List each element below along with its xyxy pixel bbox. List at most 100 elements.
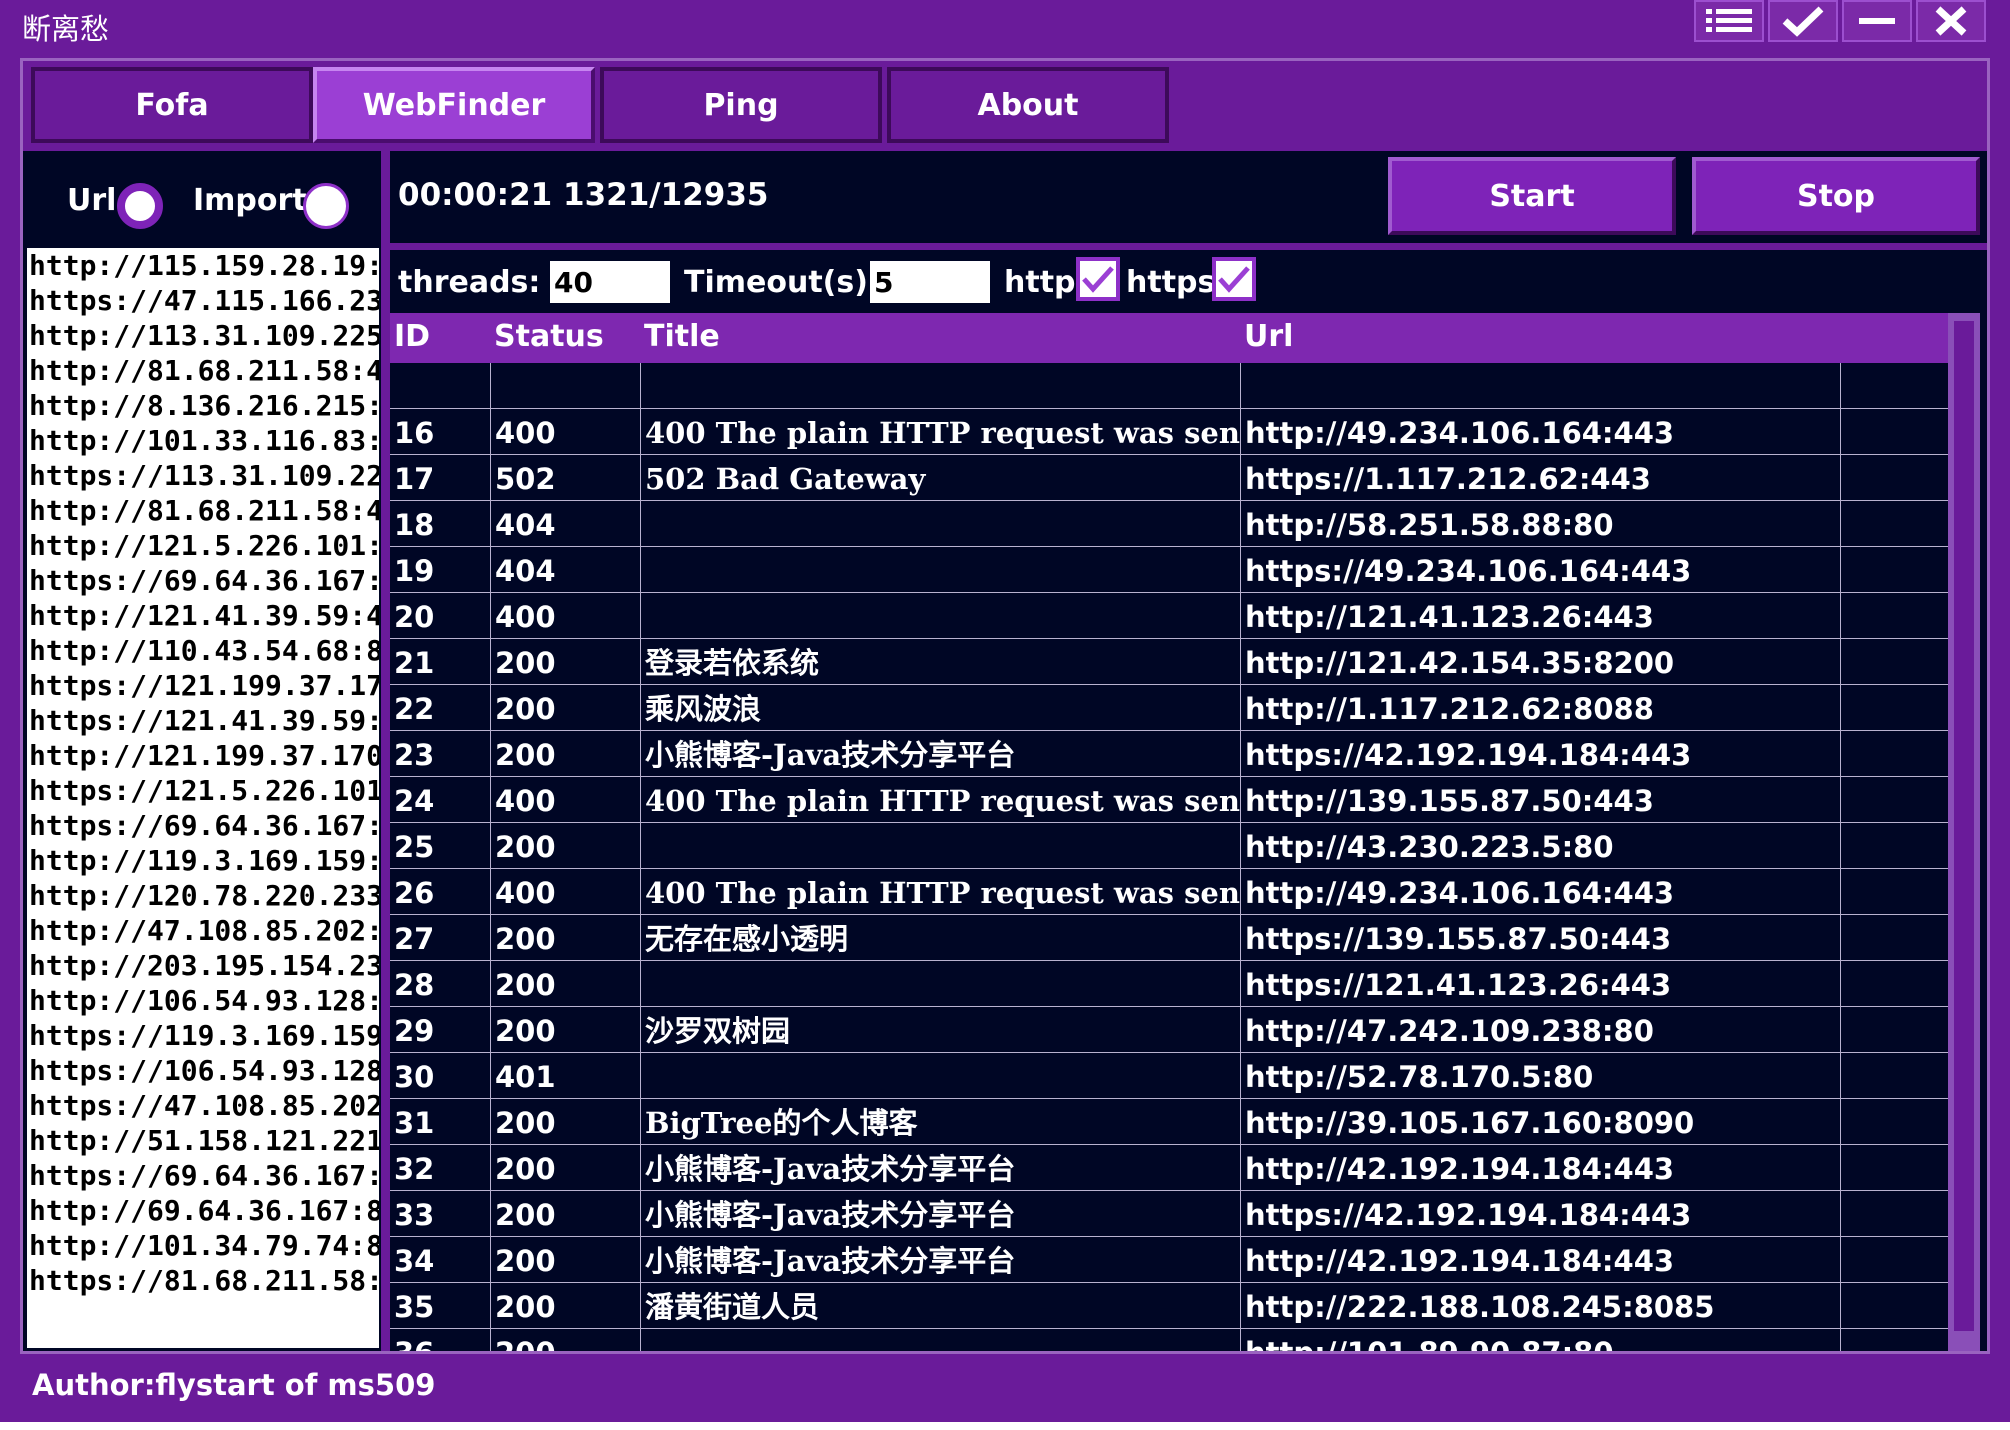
- cell-id: 25: [394, 830, 435, 864]
- cell-empty: [1840, 593, 1962, 638]
- table-row[interactable]: 32 200 小熊博客-Java技术分享平台 http://42.192.194.18…: [390, 1145, 1962, 1191]
- check-icon[interactable]: [1768, 0, 1838, 42]
- table-row[interactable]: 36200 http://101.89.90.87:80: [390, 1329, 1962, 1351]
- table-row[interactable]: 22 200 乘风波浪 http://1.117.212.62:8088: [390, 685, 1962, 731]
- url-list-item[interactable]: http://121.199.37.170:4: [27, 738, 379, 773]
- url-list-item[interactable]: https://69.64.36.167:44: [27, 808, 379, 843]
- cell-empty: [1840, 501, 1962, 546]
- cell-status: 200: [490, 823, 640, 868]
- stop-button[interactable]: Stop: [1692, 157, 1980, 235]
- cell-url: http://58.251.58.88:80: [1240, 501, 1840, 546]
- cell-title: 小熊博客-Java技术分享平台: [640, 1145, 1240, 1190]
- url-list-item[interactable]: https://81.68.211.58:44: [27, 1263, 379, 1298]
- cell-title: 小熊博客-Java技术分享平台: [640, 1237, 1240, 1282]
- threads-input[interactable]: [550, 261, 670, 303]
- url-list-item[interactable]: http://203.195.154.231: [27, 948, 379, 983]
- column-header-id[interactable]: ID: [394, 319, 430, 354]
- cell-status: 200: [490, 1007, 640, 1052]
- table-row[interactable]: 25 200 http://43.230.223.5:80: [390, 823, 1962, 869]
- table-row[interactable]: 20 400 http://121.41.123.26:443: [390, 593, 1962, 639]
- cell-url: http://121.42.154.35:8200: [1240, 639, 1840, 684]
- url-list-item[interactable]: http://81.68.211.58:443: [27, 353, 379, 388]
- table-row[interactable]: 17 502 502 Bad Gateway https://1.117.212.62…: [390, 455, 1962, 501]
- url-list[interactable]: http://115.159.28.19:80 https://47.115.16…: [27, 248, 379, 1348]
- url-list-item[interactable]: https://119.3.169.159:4: [27, 1018, 379, 1053]
- url-list-item[interactable]: http://120.78.220.233:8: [27, 878, 379, 913]
- progress-status: 00:00:21 1321/12935: [398, 177, 769, 213]
- table-row[interactable]: [390, 363, 1962, 409]
- tab-webfinder[interactable]: WebFinder: [313, 67, 595, 143]
- https-checkbox[interactable]: [1212, 257, 1256, 301]
- url-list-item[interactable]: http://81.68.211.58:443: [27, 493, 379, 528]
- url-list-item[interactable]: http://119.3.169.159:44: [27, 843, 379, 878]
- table-row[interactable]: 27 200 无存在感小透明 https://139.155.87.50:443: [390, 915, 1962, 961]
- table-row[interactable]: 21 200 登录若依系统 http://121.42.154.35:8200: [390, 639, 1962, 685]
- url-list-item[interactable]: http://101.33.116.83:80: [27, 423, 379, 458]
- cell-url: http://47.242.109.238:80: [1240, 1007, 1840, 1052]
- url-list-item[interactable]: http://121.41.39.59:443: [27, 598, 379, 633]
- url-list-item[interactable]: https://121.199.37.170:: [27, 668, 379, 703]
- table-row[interactable]: 31 200 BigTree的个人博客 http://39.105.167.160:8…: [390, 1099, 1962, 1145]
- table-row[interactable]: 16 400 400 The plain HTTP request was sent…: [390, 409, 1962, 455]
- url-list-item[interactable]: https://47.108.85.202:4: [27, 1088, 379, 1123]
- url-list-item[interactable]: http://106.54.93.128:44: [27, 983, 379, 1018]
- http-checkbox[interactable]: [1076, 257, 1120, 301]
- column-header-title[interactable]: Title: [644, 319, 720, 354]
- cell-empty: [1840, 455, 1962, 500]
- url-list-item[interactable]: http://47.108.85.202:44: [27, 913, 379, 948]
- vertical-scrollbar[interactable]: [1948, 313, 1980, 1351]
- url-list-item[interactable]: https://47.115.166.23:4: [27, 283, 379, 318]
- tab-fofa[interactable]: Fofa: [31, 67, 313, 143]
- minimize-icon[interactable]: [1842, 0, 1912, 42]
- url-list-item[interactable]: https://69.64.36.167:44: [27, 1158, 379, 1193]
- url-list-item[interactable]: https://113.31.109.225:: [27, 458, 379, 493]
- table-row[interactable]: 28 200 https://121.41.123.26:443: [390, 961, 1962, 1007]
- cell-title: 400 The plain HTTP request was sent ...: [640, 777, 1240, 822]
- tab-ping[interactable]: Ping: [600, 67, 882, 143]
- cell-title: [640, 501, 1240, 546]
- table-row[interactable]: 19 404 https://49.234.106.164:443: [390, 547, 1962, 593]
- url-list-item[interactable]: http://121.5.226.101:44: [27, 528, 379, 563]
- url-list-item[interactable]: https://106.54.93.128:4: [27, 1053, 379, 1088]
- tab-about[interactable]: About: [887, 67, 1169, 143]
- table-row[interactable]: 29 200 沙罗双树园 http://47.242.109.238:80: [390, 1007, 1962, 1053]
- table-row[interactable]: 26 400 400 The plain HTTP request was sent…: [390, 869, 1962, 915]
- column-header-status[interactable]: Status: [494, 319, 604, 354]
- url-list-item[interactable]: http://8.136.216.215:80: [27, 388, 379, 423]
- start-button[interactable]: Start: [1388, 157, 1676, 235]
- url-list-item[interactable]: http://115.159.28.19:80: [27, 248, 379, 283]
- table-row[interactable]: 18 404 http://58.251.58.88:80: [390, 501, 1962, 547]
- list-icon[interactable]: [1694, 0, 1764, 42]
- url-radio[interactable]: [117, 183, 163, 229]
- url-list-item[interactable]: http://69.64.36.167:80: [27, 1193, 379, 1228]
- cell-status: 200: [490, 915, 640, 960]
- cell-empty: [1840, 639, 1962, 684]
- table-row[interactable]: 24 400 400 The plain HTTP request was sent…: [390, 777, 1962, 823]
- url-list-item[interactable]: https://121.5.226.101:4: [27, 773, 379, 808]
- cell-id: 22: [394, 692, 435, 726]
- cell-status: 200: [490, 1145, 640, 1190]
- import-radio[interactable]: [303, 183, 349, 229]
- timeout-input[interactable]: [870, 261, 990, 303]
- table-row[interactable]: 23 200 小熊博客-Java技术分享平台 https://42.192.194.1…: [390, 731, 1962, 777]
- table-row[interactable]: 33 200 小熊博客-Java技术分享平台 https://42.192.194.1…: [390, 1191, 1962, 1237]
- url-list-item[interactable]: https://69.64.36.167:44: [27, 563, 379, 598]
- cell-url: https://1.117.212.62:443: [1240, 455, 1840, 500]
- cell-url: http://52.78.170.5:80: [1240, 1053, 1840, 1098]
- table-row[interactable]: 30 401 http://52.78.170.5:80: [390, 1053, 1962, 1099]
- http-label: http: [1004, 265, 1076, 300]
- cell-title: [640, 1329, 1240, 1351]
- url-list-item[interactable]: https://121.41.39.59:44: [27, 703, 379, 738]
- scrollbar-thumb[interactable]: [1954, 321, 1974, 1331]
- cell-id: 35: [394, 1290, 435, 1324]
- url-list-item[interactable]: http://101.34.79.74:80: [27, 1228, 379, 1263]
- cell-status: [490, 363, 640, 408]
- table-row[interactable]: 34 200 小熊博客-Java技术分享平台 http://42.192.194.18…: [390, 1237, 1962, 1283]
- url-list-item[interactable]: http://113.31.109.225:4: [27, 318, 379, 353]
- url-list-item[interactable]: http://110.43.54.68:80: [27, 633, 379, 668]
- close-icon[interactable]: [1916, 0, 1986, 42]
- column-header-url[interactable]: Url: [1244, 319, 1293, 354]
- table-row[interactable]: 35 200 潘黄街道人员 http://222.188.108.245:8085: [390, 1283, 1962, 1329]
- cell-empty: [1840, 915, 1962, 960]
- url-list-item[interactable]: http://51.158.121.221:4: [27, 1123, 379, 1158]
